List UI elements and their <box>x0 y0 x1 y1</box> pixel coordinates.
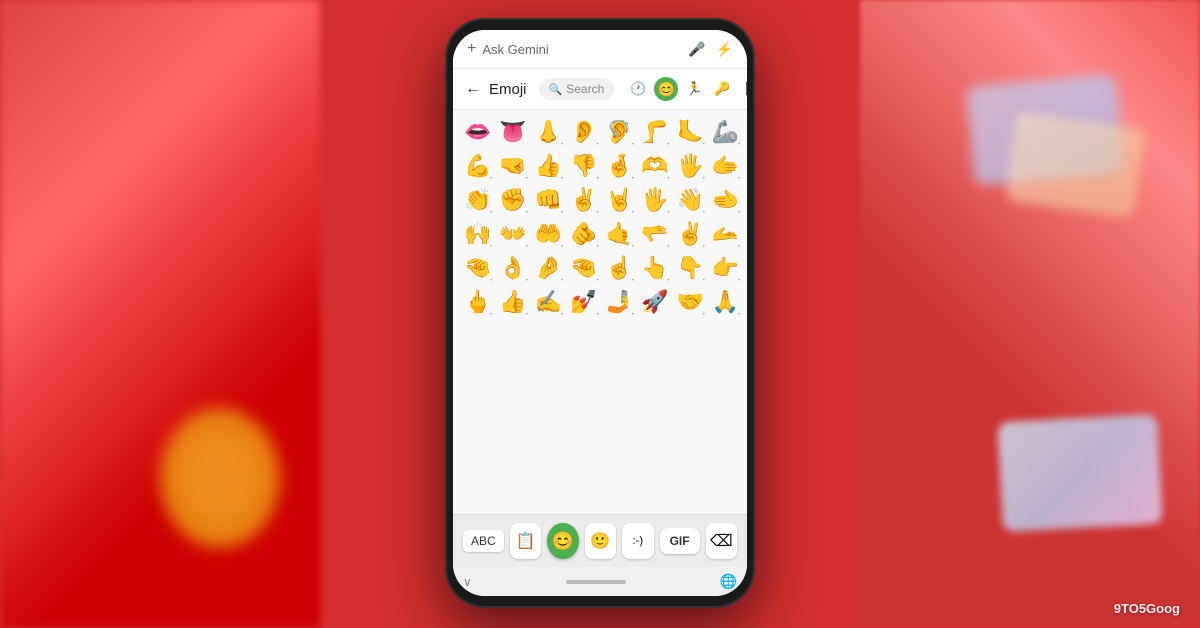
emoji-crossed-fingers[interactable]: 🤞 <box>603 150 636 182</box>
emoji-thumbs-down[interactable]: 👎 <box>567 150 600 182</box>
emoji-writing[interactable]: ✍️ <box>532 286 565 318</box>
phone-screen: + Ask Gemini 🎤 ⚡ ← Emoji 🔍 Search 🕐 <box>453 30 747 596</box>
emoji-people-hugging[interactable]: 🫂 <box>744 286 747 318</box>
ask-gemini-text[interactable]: Ask Gemini <box>482 42 548 57</box>
emoji-thumbs-up[interactable]: 👍 <box>532 150 565 182</box>
emoji-pinching[interactable]: 🤏 <box>461 252 494 284</box>
emoji-heart-hands[interactable]: 🫶 <box>638 150 671 182</box>
cat-people[interactable]: 🏃 <box>682 77 706 101</box>
category-row: 🕐 😊 🏃 🔑 📱 <box>626 77 747 101</box>
emoji-index-pointing-up[interactable]: ☝️ <box>603 252 636 284</box>
emoji-call-me[interactable]: 🤙 <box>603 218 636 250</box>
back-arrow-button[interactable]: ← <box>465 80 481 98</box>
emoji-rightward-hand[interactable]: 🫱 <box>709 150 742 182</box>
emoji-sign-of-horns[interactable]: 🤘 <box>603 184 636 216</box>
emoji-open-hand[interactable]: 🖐 <box>638 184 671 216</box>
cat-recent[interactable]: 🕐 <box>626 77 650 101</box>
emoji-raising-hands[interactable]: 🙌 <box>461 218 494 250</box>
ask-gemini-right: 🎤 ⚡ <box>688 41 733 58</box>
emoji-button[interactable]: 😊 <box>547 523 578 559</box>
emoji-mechanical-leg[interactable]: 🦿 <box>744 116 747 148</box>
phone-bottom-bar: ∨ 🌐 <box>453 567 747 596</box>
emoji-waving-hand[interactable]: 👋 <box>673 184 706 216</box>
emoji-lips[interactable]: 👄 <box>461 116 494 148</box>
emoji-palms-up[interactable]: 🤲 <box>532 218 565 250</box>
gif-button[interactable]: GIF <box>660 528 700 554</box>
emoji-folded-hands[interactable]: 🙏 <box>709 286 742 318</box>
cat-symbols[interactable]: 📱 <box>738 77 747 101</box>
emoji-title: Emoji <box>489 81 527 98</box>
search-placeholder: Search <box>566 82 604 96</box>
emoji-backhand-left[interactable]: 👈 <box>744 252 747 284</box>
emoji-grid: 👄 👅 👃 👂 🦻 🦵 🦶 🦾 🦿 💪 🤜 👍 👎 🤞 🫶 🖐 🫱 👋 <box>453 110 747 514</box>
emoji-header: ← Emoji 🔍 Search 🕐 😊 🏃 🔑 📱 <box>453 69 747 110</box>
emoji-fist[interactable]: ✊ <box>496 184 529 216</box>
emoji-rocket[interactable]: 🚀 <box>638 286 671 318</box>
emoji-selfie[interactable]: 🤳 <box>603 286 636 318</box>
kaomoji-button[interactable]: :-) <box>622 523 653 559</box>
emoji-handshake[interactable]: 🤝 <box>673 286 706 318</box>
emoji-backhand-down[interactable]: 👇 <box>673 252 706 284</box>
watermark: 9TO5Goog <box>1114 601 1180 616</box>
emoji-backhand-right[interactable]: 👉 <box>709 252 742 284</box>
emoji-tongue[interactable]: 👅 <box>496 116 529 148</box>
emoji-flexed-biceps[interactable]: 💪 <box>461 150 494 182</box>
emoji-open-hands[interactable]: 👐 <box>496 218 529 250</box>
emoji-ear[interactable]: 👂 <box>567 116 600 148</box>
emoji-victory[interactable]: ✌️ <box>567 184 600 216</box>
emoji-raised-hand[interactable]: 🖐 <box>673 150 706 182</box>
ask-gemini-left: + Ask Gemini <box>467 40 549 58</box>
emoji-pinching2[interactable]: 🤏 <box>567 252 600 284</box>
emoji-oncoming-fist[interactable]: 👊 <box>532 184 565 216</box>
emoji-foot[interactable]: 🦶 <box>673 116 706 148</box>
bg-object-yellow <box>160 408 280 548</box>
emoji-nose[interactable]: 👃 <box>532 116 565 148</box>
emoji-ok-hand[interactable]: 👌 <box>496 252 529 284</box>
emoji-palm-up[interactable]: 🫳 <box>638 218 671 250</box>
emoji-clapping[interactable]: 👏 <box>461 184 494 216</box>
emoji-pinched-fingers[interactable]: 🤌 <box>532 252 565 284</box>
keyboard-toolbar: ABC 📋 😊 🙂 :-) GIF ⌫ <box>453 514 747 567</box>
plus-icon: + <box>467 40 476 58</box>
backspace-button[interactable]: ⌫ <box>706 523 737 559</box>
bg-card-3 <box>997 414 1163 532</box>
bg-card-2 <box>1004 111 1145 218</box>
emoji-right-fist[interactable]: 🤜 <box>496 150 529 182</box>
home-bar <box>566 580 626 584</box>
cat-emoji[interactable]: 😊 <box>654 77 678 101</box>
search-box[interactable]: 🔍 Search <box>539 78 615 100</box>
emoji-leg[interactable]: 🦵 <box>638 116 671 148</box>
phone-wrapper: + Ask Gemini 🎤 ⚡ ← Emoji 🔍 Search 🕐 <box>445 18 755 608</box>
sticker-button[interactable]: 🙂 <box>585 523 616 559</box>
cat-objects[interactable]: 🔑 <box>710 77 734 101</box>
globe-icon[interactable]: 🌐 <box>720 573 737 590</box>
emoji-mechanical-arm[interactable]: 🦾 <box>709 116 742 148</box>
emoji-thumbsup2[interactable]: 👍 <box>496 286 529 318</box>
bg-blur-left <box>0 0 320 628</box>
emoji-backhand-index-up[interactable]: ✌️ <box>673 218 706 250</box>
mic-icon[interactable]: 🎤 <box>688 41 705 58</box>
clipboard-button[interactable]: 📋 <box>510 523 541 559</box>
emoji-leftwards-hand[interactable]: 🫳 <box>744 184 747 216</box>
chevron-down-icon[interactable]: ∨ <box>463 575 472 589</box>
emoji-wave[interactable]: 👋 <box>744 150 747 182</box>
phone-device: + Ask Gemini 🎤 ⚡ ← Emoji 🔍 Search 🕐 <box>445 18 755 608</box>
search-icon: 🔍 <box>549 83 563 96</box>
emoji-backhand-up[interactable]: 👆 <box>638 252 671 284</box>
abc-button[interactable]: ABC <box>463 530 504 552</box>
emoji-nail-polish[interactable]: 💅 <box>567 286 600 318</box>
ask-gemini-bar: + Ask Gemini 🎤 ⚡ <box>453 30 747 69</box>
emoji-middle-finger[interactable]: 🖕 <box>461 286 494 318</box>
emoji-ear2[interactable]: 🦻 <box>603 116 636 148</box>
bars-icon[interactable]: ⚡ <box>716 41 733 58</box>
emoji-palm-facing[interactable]: 🫴 <box>709 218 742 250</box>
emoji-palm-down[interactable]: 🫲 <box>709 184 742 216</box>
emoji-index-up[interactable]: 🫵 <box>567 218 600 250</box>
emoji-spock[interactable]: 🖖 <box>744 218 747 250</box>
